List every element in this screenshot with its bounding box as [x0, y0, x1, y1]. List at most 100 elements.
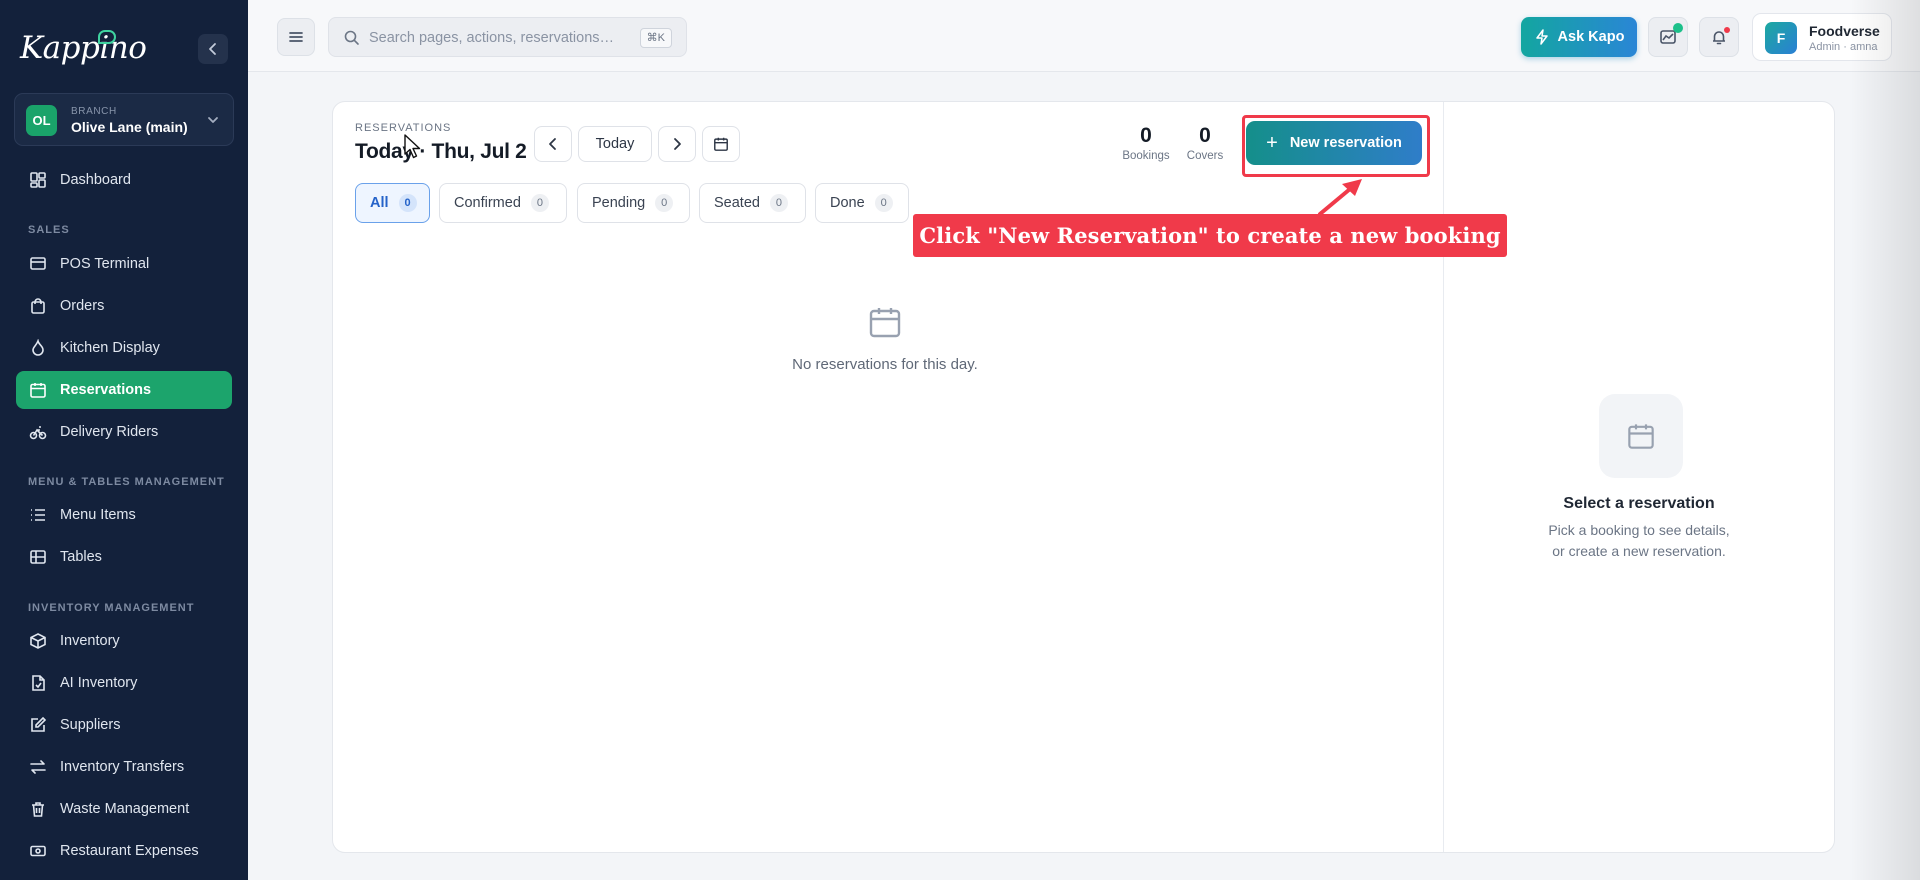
bookings-count: 0	[1140, 124, 1152, 147]
filter-label: Done	[830, 195, 865, 211]
sidebar-item-orders[interactable]: Orders	[16, 287, 232, 325]
section-caption: RESERVATIONS	[355, 122, 452, 134]
calendar-icon	[869, 308, 901, 338]
bookings-stat: 0 Bookings	[1119, 124, 1173, 162]
filter-count: 0	[530, 194, 549, 212]
transfer-icon	[29, 758, 47, 776]
trash-icon	[29, 800, 47, 818]
chevron-left-icon	[549, 138, 556, 150]
sidebar-item-label: Menu Items	[60, 507, 136, 523]
global-search: ⌘K	[328, 17, 687, 57]
sidebar-item-label: POS Terminal	[60, 256, 150, 272]
sidebar-item-menu-items[interactable]: Menu Items	[16, 496, 232, 534]
new-reservation-label: New reservation	[1289, 135, 1402, 151]
menu-toggle-button[interactable]	[277, 18, 315, 56]
plus-icon: +	[1266, 131, 1278, 154]
filter-tab-all[interactable]: All 0	[355, 183, 430, 223]
window-edge-shadow	[1850, 0, 1920, 880]
avatar: F	[1765, 22, 1797, 54]
sidebar: Kappino OL BRANCH Olive Lane (main) Dash…	[0, 0, 248, 880]
sidebar-item-reservations[interactable]: Reservations	[16, 371, 232, 409]
sidebar-item-label: Reservations	[60, 382, 152, 398]
previous-day-button[interactable]	[534, 126, 572, 162]
sidebar-item-label: AI Inventory	[60, 675, 138, 691]
sidebar-item-label: Tables	[60, 549, 102, 565]
notification-dot	[1724, 27, 1730, 33]
mouse-cursor-icon	[404, 134, 421, 159]
chevron-down-icon	[208, 117, 218, 123]
activity-button[interactable]	[1648, 17, 1688, 57]
covers-stat: 0 Covers	[1181, 124, 1229, 162]
filter-tab-pending[interactable]: Pending 0	[577, 183, 690, 223]
profile-name: Foodverse	[1809, 23, 1880, 39]
sidebar-item-label: Delivery Riders	[60, 424, 159, 440]
sidebar-item-restaurant-expenses[interactable]: Restaurant Expenses	[16, 832, 232, 870]
sidebar-item-dashboard[interactable]: Dashboard	[16, 161, 232, 199]
tutorial-annotation: Click "New Reservation" to create a new …	[913, 214, 1507, 257]
sidebar-item-label: Orders	[60, 298, 105, 314]
sidebar-item-delivery-riders[interactable]: Delivery Riders	[16, 413, 232, 451]
sidebar-item-inventory-transfers[interactable]: Inventory Transfers	[16, 748, 232, 786]
detail-empty-description: Pick a booking to see details, or create…	[1443, 520, 1835, 562]
covers-count: 0	[1199, 124, 1211, 147]
sidebar-item-suppliers[interactable]: Suppliers	[16, 706, 232, 744]
sidebar-item-kitchen-display[interactable]: Kitchen Display	[16, 329, 232, 367]
search-input[interactable]	[369, 27, 619, 49]
nav-section-inventory: INVENTORY MANAGEMENT	[28, 602, 195, 614]
sidebar-item-waste-management[interactable]: Waste Management	[16, 790, 232, 828]
branch-selector[interactable]: OL BRANCH Olive Lane (main)	[14, 93, 234, 146]
filter-tab-seated[interactable]: Seated 0	[699, 183, 806, 223]
empty-detail-illustration	[1599, 394, 1683, 478]
branch-badge: OL	[26, 105, 57, 136]
nav-section-menu-tables: MENU & TABLES MANAGEMENT	[28, 476, 225, 488]
detail-empty-line-1: Pick a booking to see details,	[1548, 522, 1730, 538]
grid-icon	[29, 548, 47, 566]
filter-count: 0	[398, 194, 417, 212]
sidebar-item-label: Inventory	[60, 633, 120, 649]
monitor-icon	[29, 255, 47, 273]
date-picker-button[interactable]	[702, 126, 740, 162]
today-button[interactable]: Today	[578, 126, 652, 162]
user-profile-menu[interactable]: F Foodverse Admin · amna	[1752, 13, 1892, 61]
branch-name: Olive Lane (main)	[71, 119, 188, 135]
filter-label: Pending	[592, 195, 646, 211]
filter-tab-done[interactable]: Done 0	[815, 183, 909, 223]
logo-leaf-icon	[98, 30, 116, 44]
sidebar-item-tables[interactable]: Tables	[16, 538, 232, 576]
file-check-icon	[29, 674, 47, 692]
ask-kapo-button[interactable]: Ask Kapo	[1521, 17, 1637, 57]
filter-count: 0	[874, 194, 893, 212]
next-day-button[interactable]	[658, 126, 696, 162]
ask-kapo-label: Ask Kapo	[1557, 29, 1625, 45]
sidebar-item-inventory[interactable]: Inventory	[16, 622, 232, 660]
page-title: Today · Thu, Jul 2	[355, 140, 527, 163]
sidebar-item-label: Waste Management	[60, 801, 190, 817]
sidebar-item-ai-inventory[interactable]: AI Inventory	[16, 664, 232, 702]
filter-count: 0	[655, 194, 674, 212]
banknote-icon	[29, 842, 47, 860]
sidebar-item-pos-terminal[interactable]: POS Terminal	[16, 245, 232, 283]
empty-state-message: No reservations for this day.	[792, 356, 978, 373]
filter-label: Confirmed	[454, 195, 521, 211]
lightning-icon	[1534, 29, 1550, 45]
chevron-right-icon	[674, 138, 681, 150]
bookings-label: Bookings	[1122, 150, 1170, 162]
collapse-sidebar-button[interactable]	[198, 34, 228, 64]
filter-label: All	[370, 195, 389, 211]
online-status-dot	[1673, 23, 1683, 33]
shopping-bag-icon	[29, 297, 47, 315]
detail-empty-title: Select a reservation	[1563, 495, 1715, 512]
filter-tab-confirmed[interactable]: Confirmed 0	[439, 183, 567, 223]
new-reservation-button[interactable]: + New reservation	[1246, 121, 1422, 165]
notifications-button[interactable]	[1699, 17, 1739, 57]
sidebar-item-label: Restaurant Expenses	[60, 843, 199, 859]
top-bar: ⌘K Ask Kapo F Foodverse Admin · amna	[248, 0, 1920, 72]
profile-role: Admin · amna	[1809, 41, 1878, 53]
calendar-icon	[29, 381, 47, 399]
branch-caption: BRANCH	[71, 106, 117, 117]
search-shortcut-badge: ⌘K	[639, 28, 672, 48]
filter-label: Seated	[714, 195, 760, 211]
dashboard-icon	[29, 171, 47, 189]
detail-empty-line-2: or create a new reservation.	[1552, 543, 1726, 559]
sidebar-item-label: Dashboard	[60, 172, 131, 188]
